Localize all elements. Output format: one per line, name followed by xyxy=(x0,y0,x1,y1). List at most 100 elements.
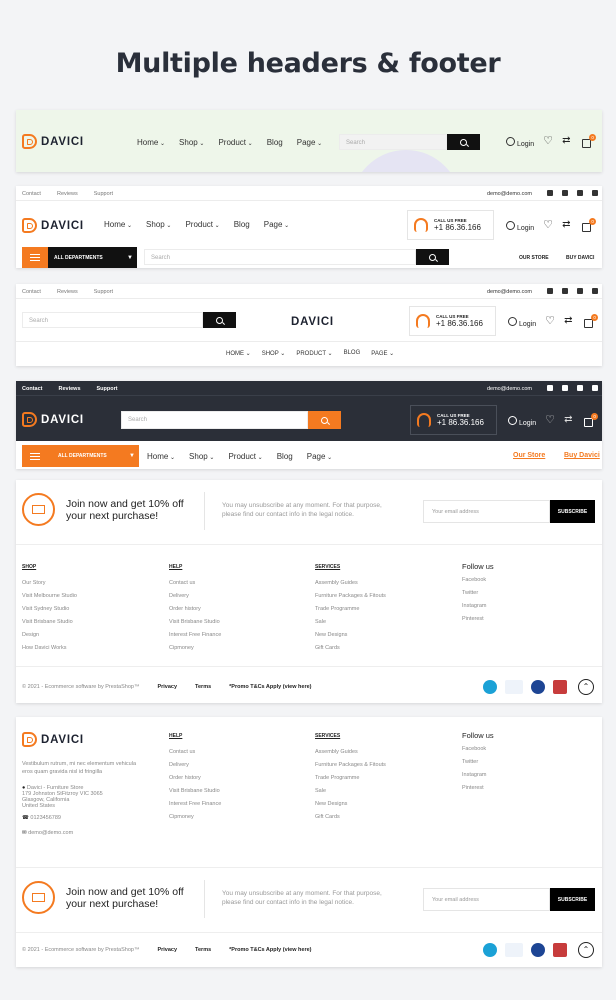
pinterest-icon[interactable] xyxy=(592,385,598,391)
footer-link[interactable]: New Designs xyxy=(315,801,386,807)
footer-link[interactable]: Assembly Guides xyxy=(315,580,386,586)
wishlist-icon[interactable] xyxy=(545,314,555,327)
footer-link[interactable]: Sale xyxy=(315,788,386,794)
nav-home[interactable]: Home xyxy=(104,220,132,229)
buy-davici-link[interactable]: BUY DAVICI xyxy=(566,255,594,261)
search-input[interactable]: Search xyxy=(144,249,416,265)
topbar-reviews[interactable]: Reviews xyxy=(57,191,78,197)
email-field[interactable]: Your email address xyxy=(423,888,550,911)
cart-icon[interactable]: 0 xyxy=(582,218,597,232)
footer-link[interactable]: Our Story xyxy=(22,580,77,586)
departments-button[interactable]: ALL DEPARTMENTS ▼ xyxy=(22,247,137,268)
nav-product[interactable]: Product xyxy=(218,138,252,147)
twitter-link[interactable]: Twitter xyxy=(462,590,494,596)
footer-link[interactable]: Visit Brisbane Studio xyxy=(169,619,221,625)
subscribe-button[interactable]: SUBSCRIBE xyxy=(550,888,595,911)
nav-blog[interactable]: Blog xyxy=(277,452,293,461)
footer-link[interactable]: Order history xyxy=(169,775,221,781)
facebook-icon[interactable] xyxy=(547,385,553,391)
nav-home[interactable]: Home xyxy=(137,138,165,147)
phone-link[interactable]: ☎ 0123456789 xyxy=(22,815,136,821)
twitter-icon[interactable] xyxy=(562,385,568,391)
instagram-icon[interactable] xyxy=(577,288,583,294)
search-button[interactable] xyxy=(203,312,236,328)
nav-shop[interactable]: Shop xyxy=(146,220,171,229)
nav-page[interactable]: Page xyxy=(307,452,332,461)
footer-link[interactable]: Visit Sydney Studio xyxy=(22,606,77,612)
footer-link[interactable]: Interest Free Finance xyxy=(169,632,221,638)
nav-blog[interactable]: BLOG xyxy=(344,350,361,357)
nav-blog[interactable]: Blog xyxy=(267,138,283,147)
search-button[interactable] xyxy=(447,134,480,150)
footer-link[interactable]: Furniture Packages & Fitouts xyxy=(315,593,386,599)
topbar-contact[interactable]: Contact xyxy=(22,386,42,392)
call-us-box[interactable]: CALL US FREE +1 86.36.166 xyxy=(409,306,496,336)
facebook-link[interactable]: Facebook xyxy=(462,577,494,583)
terms-link[interactable]: Terms xyxy=(195,684,211,690)
pinterest-link[interactable]: Pinterest xyxy=(462,616,494,622)
privacy-link[interactable]: Privacy xyxy=(157,684,177,690)
footer-link[interactable]: Cipmoney xyxy=(169,814,221,820)
compare-icon[interactable] xyxy=(564,414,574,426)
topbar-contact[interactable]: Contact xyxy=(22,191,41,197)
nav-product[interactable]: Product xyxy=(228,452,262,461)
wishlist-icon[interactable] xyxy=(545,413,555,426)
topbar-email[interactable]: demo@demo.com xyxy=(487,386,532,392)
footer-link[interactable]: Contact us xyxy=(169,580,221,586)
nav-home[interactable]: Home xyxy=(147,452,175,461)
buy-davici-link[interactable]: Buy Davici xyxy=(564,452,600,459)
back-to-top-button[interactable]: ⌃ xyxy=(578,679,594,695)
nav-product[interactable]: Product xyxy=(185,220,219,229)
nav-blog[interactable]: Blog xyxy=(234,220,250,229)
pinterest-icon[interactable] xyxy=(592,190,598,196)
footer-link[interactable]: Design xyxy=(22,632,77,638)
topbar-email[interactable]: demo@demo.com xyxy=(487,289,532,295)
search-input[interactable]: Search xyxy=(339,134,447,150)
twitter-icon[interactable] xyxy=(562,190,568,196)
compare-icon[interactable] xyxy=(562,135,572,147)
nav-page[interactable]: Page xyxy=(297,138,322,147)
footer-link[interactable]: Visit Brisbane Studio xyxy=(22,619,77,625)
footer-link[interactable]: How Davici Works xyxy=(22,645,77,651)
wishlist-icon[interactable] xyxy=(543,218,553,231)
search-input[interactable]: Search xyxy=(121,411,308,429)
compare-icon[interactable] xyxy=(562,219,572,231)
call-us-box[interactable]: CALL US FREE +1 86.36.166 xyxy=(407,210,494,240)
email-field[interactable]: Your email address xyxy=(423,500,550,523)
our-store-link[interactable]: Our Store xyxy=(513,452,545,459)
call-us-box[interactable]: CALL US FREE +1 86.36.166 xyxy=(410,405,497,435)
instagram-icon[interactable] xyxy=(577,385,583,391)
compare-icon[interactable] xyxy=(564,315,574,327)
footer-link[interactable]: Sale xyxy=(315,619,386,625)
footer-link[interactable]: Interest Free Finance xyxy=(169,801,221,807)
nav-page[interactable]: PAGE xyxy=(371,350,394,357)
topbar-reviews[interactable]: Reviews xyxy=(57,289,78,295)
footer-link[interactable]: Delivery xyxy=(169,593,221,599)
twitter-link[interactable]: Twitter xyxy=(462,759,494,765)
search-button[interactable] xyxy=(416,249,449,265)
wishlist-icon[interactable] xyxy=(543,134,553,147)
footer-link[interactable]: Gift Cards xyxy=(315,814,386,820)
search-input[interactable]: Search xyxy=(22,312,203,328)
our-store-link[interactable]: OUR STORE xyxy=(519,255,549,261)
promo-link[interactable]: *Promo T&Cs Apply (view here) xyxy=(229,684,311,690)
facebook-icon[interactable] xyxy=(547,190,553,196)
pinterest-icon[interactable] xyxy=(592,288,598,294)
footer-link[interactable]: Visit Brisbane Studio xyxy=(169,788,221,794)
footer-link[interactable]: Furniture Packages & Fitouts xyxy=(315,762,386,768)
search-button[interactable] xyxy=(308,411,341,429)
footer-link[interactable]: Trade Programme xyxy=(315,606,386,612)
departments-button[interactable]: ALL DEPARTMENTS ▼ xyxy=(22,445,139,467)
footer-link[interactable]: Order history xyxy=(169,606,221,612)
instagram-icon[interactable] xyxy=(577,190,583,196)
topbar-support[interactable]: Support xyxy=(94,289,113,295)
terms-link[interactable]: Terms xyxy=(195,947,211,953)
login-button[interactable]: Login xyxy=(506,137,534,148)
footer-link[interactable]: Trade Programme xyxy=(315,775,386,781)
footer-link[interactable]: Gift Cards xyxy=(315,645,386,651)
logo[interactable]: DAVICI xyxy=(22,218,84,233)
nav-shop[interactable]: Shop xyxy=(189,452,214,461)
footer-link[interactable]: Assembly Guides xyxy=(315,749,386,755)
nav-page[interactable]: Page xyxy=(264,220,289,229)
nav-product[interactable]: PRODUCT xyxy=(296,350,332,357)
